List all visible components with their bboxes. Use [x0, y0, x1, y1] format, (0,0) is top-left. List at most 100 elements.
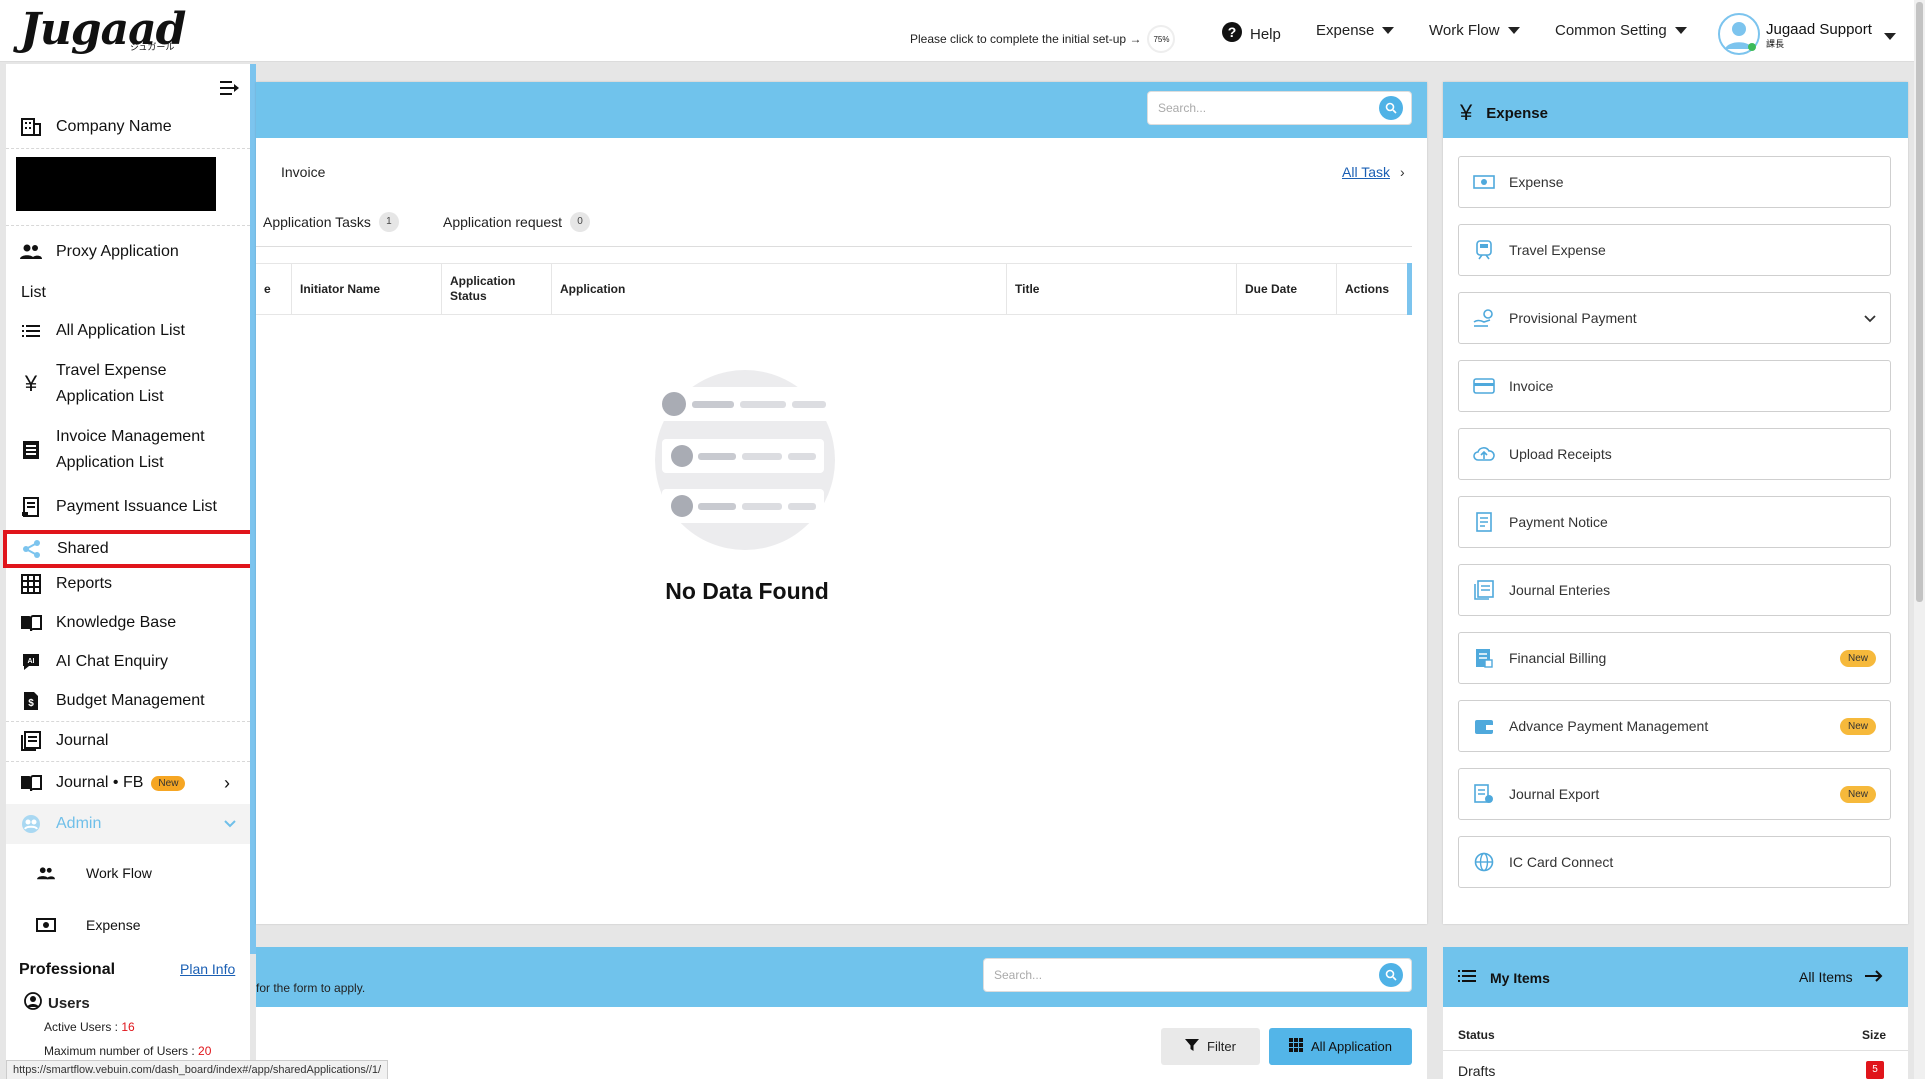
nav-expense[interactable]: Expense — [1316, 22, 1395, 39]
setup-percent: 75% — [1147, 25, 1176, 53]
nav-common-setting-label: Common Setting — [1555, 22, 1667, 39]
ai-chat-icon: AI — [6, 652, 56, 672]
nav-common-setting[interactable]: Common Setting — [1555, 22, 1687, 39]
nav-workflow[interactable]: Work Flow — [1429, 22, 1520, 39]
nav-workflow-label: Work Flow — [1429, 22, 1500, 39]
users-icon — [6, 244, 56, 260]
tab-application-tasks[interactable]: Application Tasks 1 — [263, 212, 399, 232]
all-task-label: All Task — [1342, 164, 1390, 180]
tab-label: Application request — [443, 214, 563, 230]
tile-ic-card-connect[interactable]: IC Card Connect — [1458, 836, 1891, 888]
page-scrollbar-thumb[interactable] — [1916, 2, 1923, 602]
setup-text: Please click to complete the initial set… — [910, 32, 1142, 46]
divider — [256, 246, 1412, 247]
tile-provisional-payment[interactable]: Provisional Payment — [1458, 292, 1891, 344]
tile-upload-receipts[interactable]: Upload Receipts — [1458, 428, 1891, 480]
list-icon — [6, 324, 56, 338]
size-col-header: Size — [1862, 1028, 1887, 1042]
tab-label: Application Tasks — [263, 214, 371, 230]
all-application-button[interactable]: All Application — [1269, 1028, 1412, 1065]
users-label: Users — [48, 994, 90, 1012]
col-header-status[interactable]: Application Status — [442, 263, 552, 315]
sidebar-item-journal-fb[interactable]: Journal • FB New › — [6, 771, 250, 795]
sidebar-item-invoice-management-list[interactable]: Invoice Management Application List — [6, 426, 250, 474]
collapse-sidebar-icon[interactable] — [220, 80, 240, 101]
nav-expense-label: Expense — [1316, 22, 1375, 39]
tasks-search-input[interactable]: Search... — [1147, 91, 1412, 125]
drafts-row-label[interactable]: Drafts — [1458, 1063, 1495, 1079]
setup-progress-link[interactable]: Please click to complete the initial set… — [910, 25, 1176, 53]
tile-label: Invoice — [1509, 378, 1554, 394]
expense-panel-title: ¥ Expense — [1460, 100, 1548, 126]
sidebar-item-reports[interactable]: Reports — [6, 573, 250, 595]
tile-expense[interactable]: Expense — [1458, 156, 1891, 208]
money-icon — [1459, 174, 1509, 190]
tile-journal-entries[interactable]: Journal Enteries — [1458, 564, 1891, 616]
col-header-actions: Actions — [1337, 263, 1412, 315]
tab-count: 0 — [570, 212, 591, 232]
new-badge: New — [1839, 785, 1876, 803]
divider — [6, 225, 250, 226]
active-users: Active Users : 16 — [44, 1020, 135, 1034]
applications-search-input[interactable]: Search... — [983, 958, 1412, 992]
new-badge: New — [1839, 649, 1876, 667]
filter-button[interactable]: Filter — [1161, 1028, 1260, 1065]
col-header-due-date[interactable]: Due Date — [1237, 263, 1337, 315]
grid-icon — [1289, 1038, 1304, 1055]
logo-subtitle: ジュガール — [130, 42, 175, 52]
sidebar-item-ai-chat-enquiry[interactable]: AI AI Chat Enquiry — [6, 651, 250, 673]
chevron-down-icon — [1382, 27, 1395, 34]
tab-application-request[interactable]: Application request 0 — [443, 212, 591, 232]
filter-icon — [1185, 1038, 1200, 1055]
search-icon[interactable] — [1379, 96, 1403, 120]
user-menu[interactable]: Jugaad Support 課長 — [1718, 13, 1896, 60]
list-heading-label: List — [21, 284, 46, 301]
search-icon[interactable] — [1379, 963, 1403, 987]
proxy-application-item[interactable]: Proxy Application — [6, 240, 250, 264]
tile-label: Expense — [1509, 174, 1564, 190]
all-task-link[interactable]: All Task › — [1342, 164, 1405, 180]
sidebar-item-all-application-list[interactable]: All Application List — [6, 320, 250, 342]
help-button[interactable]: ? Help — [1222, 22, 1281, 46]
tile-label: Provisional Payment — [1509, 310, 1637, 326]
col-header-initiator[interactable]: Initiator Name — [292, 263, 442, 315]
sidebar-item-label: Reports — [56, 575, 113, 592]
admin-item-expense[interactable]: Expense — [6, 914, 250, 936]
tile-payment-notice[interactable]: Payment Notice — [1458, 496, 1891, 548]
table-icon — [6, 574, 56, 594]
avatar — [1718, 13, 1760, 60]
sidebar-item-journal[interactable]: Journal — [6, 730, 250, 752]
sidebar-item-payment-issuance-list[interactable]: Payment Issuance List — [6, 496, 250, 518]
tile-advance-payment-management[interactable]: Advance Payment Management New — [1458, 700, 1891, 752]
svg-text:?: ? — [1228, 24, 1237, 40]
tile-financial-billing[interactable]: Financial Billing New — [1458, 632, 1891, 684]
empty-state-illustration — [652, 367, 838, 558]
sidebar-item-shared[interactable]: Shared — [3, 530, 255, 568]
col-header-title[interactable]: Title — [1007, 263, 1237, 315]
yen-icon: ¥ — [1460, 100, 1473, 125]
share-icon — [7, 539, 57, 559]
chevron-down-icon[interactable] — [1864, 310, 1876, 326]
sidebar-item-budget-management[interactable]: $ Budget Management — [6, 690, 250, 712]
tile-label: Travel Expense — [1509, 242, 1606, 258]
status-col-header: Status — [1458, 1028, 1495, 1042]
max-users-label: Maximum number of Users : — [44, 1044, 199, 1058]
tile-journal-export[interactable]: Journal Export New — [1458, 768, 1891, 820]
admin-item-work-flow[interactable]: Work Flow — [6, 862, 250, 884]
company-name-row: Company Name — [6, 116, 250, 138]
book-icon — [6, 774, 56, 792]
tile-label: Upload Receipts — [1509, 446, 1612, 462]
sidebar-item-admin[interactable]: Admin — [6, 804, 250, 844]
tile-invoice[interactable]: Invoice — [1458, 360, 1891, 412]
all-items-link[interactable]: All Items — [1799, 969, 1883, 985]
train-icon — [1459, 240, 1509, 260]
col-header-application[interactable]: Application — [552, 263, 1007, 315]
cloud-upload-icon — [1459, 446, 1509, 462]
sidebar-item-travel-expense-list[interactable]: ¥ Travel Expense Application List — [6, 360, 250, 408]
tile-travel-expense[interactable]: Travel Expense — [1458, 224, 1891, 276]
sidebar-item-knowledge-base[interactable]: Knowledge Base — [6, 612, 250, 634]
plan-info-link[interactable]: Plan Info — [180, 961, 235, 977]
filter-label: Filter — [1207, 1039, 1236, 1054]
list-icon — [1458, 969, 1476, 986]
sidebar-item-label: Admin — [56, 815, 102, 832]
